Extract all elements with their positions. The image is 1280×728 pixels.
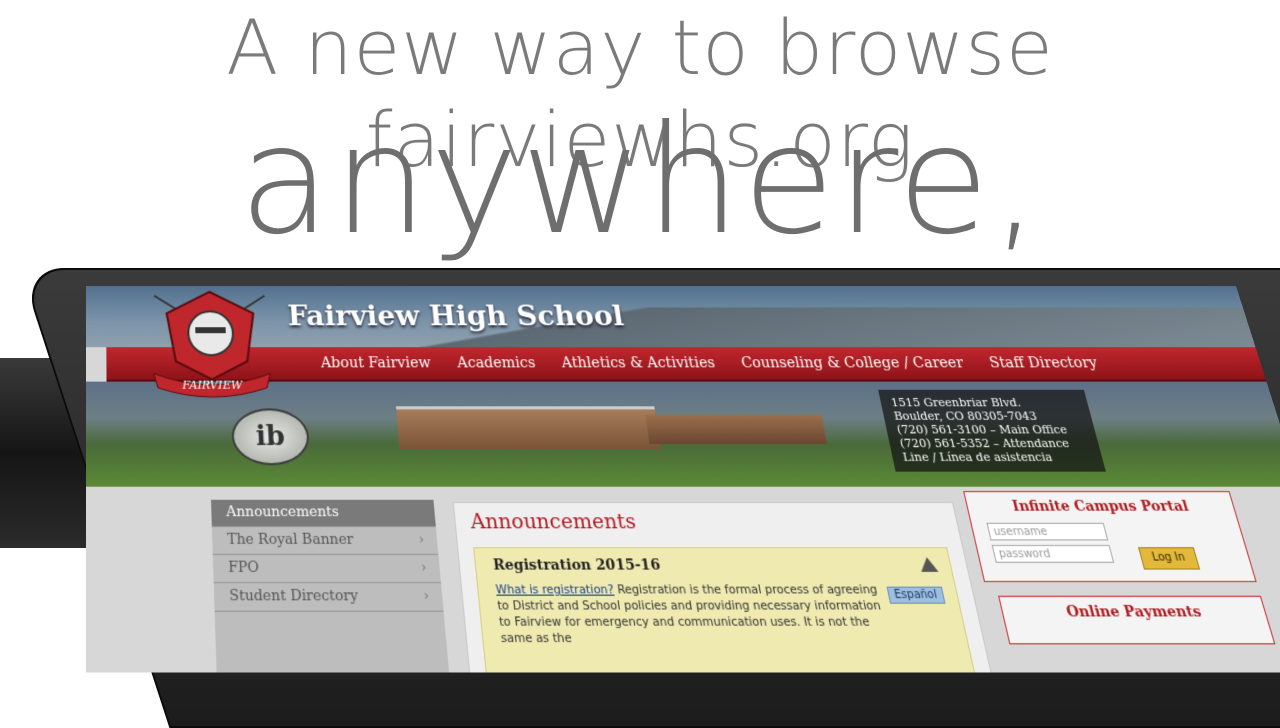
campus-portal-login: Infinite Campus Portal username password… — [963, 491, 1257, 582]
username-field[interactable]: username — [986, 523, 1108, 541]
school-crest-logo[interactable]: FAIRVIEW — [144, 288, 280, 398]
sidebar-item-label: Student Directory — [229, 588, 359, 605]
sidebar-item-label: FPO — [228, 559, 259, 576]
phone-attendance[interactable]: (720) 561-5352 – Attendance — [899, 437, 1090, 451]
nav-about[interactable]: About Fairview — [320, 355, 431, 371]
chevron-right-icon: › — [418, 527, 426, 554]
announcements-panel: Announcements Registration 2015-16 Españ… — [453, 502, 995, 673]
chevron-right-icon: › — [420, 555, 428, 582]
nav-counseling[interactable]: Counseling & College / Career — [740, 355, 965, 371]
address-line: Boulder, CO 80305-7043 — [893, 409, 1083, 423]
sidebar-item-label: Announcements — [226, 504, 339, 520]
registration-link[interactable]: What is registration? — [495, 583, 615, 597]
nav-staff-directory[interactable]: Staff Directory — [988, 355, 1100, 371]
announcement-card: Registration 2015-16 Español What is reg… — [473, 547, 978, 673]
school-building-wing — [645, 415, 827, 444]
sidebar-nav: Announcements The Royal Banner › FPO › S… — [211, 500, 450, 673]
right-column: Infinite Campus Portal username password… — [963, 491, 1280, 673]
attendance-line-label: Line / Línea de asistencia — [902, 450, 1094, 464]
sidebar-item-royal-banner[interactable]: The Royal Banner › — [212, 527, 439, 555]
chevron-right-icon: › — [422, 583, 430, 610]
announcement-title[interactable]: Registration 2015-16 — [492, 557, 661, 574]
school-name[interactable]: Fairview High School — [287, 300, 626, 333]
nav-academics[interactable]: Academics — [457, 355, 537, 371]
ib-seal-text: ib — [255, 421, 286, 453]
portal-title: Infinite Campus Portal — [966, 499, 1236, 515]
sidebar-item-label: The Royal Banner — [227, 532, 354, 549]
address-block: 1515 Greenbriar Blvd. Boulder, CO 80305-… — [878, 390, 1106, 472]
warning-icon — [918, 557, 938, 572]
tablet-screen: Fairview High School FAIRVIEW About Fair… — [86, 286, 1280, 673]
sidebar-item-fpo[interactable]: FPO › — [213, 555, 441, 583]
login-button[interactable]: Log In — [1138, 547, 1200, 569]
crest-banner-text: FAIRVIEW — [181, 378, 243, 392]
address-line: 1515 Greenbriar Blvd. — [890, 396, 1079, 409]
nav-athletics[interactable]: Athletics & Activities — [561, 355, 716, 371]
payments-title: Online Payments — [1001, 604, 1267, 621]
sidebar-item-announcements[interactable]: Announcements — [211, 500, 436, 527]
phone-main-office[interactable]: (720) 561-3100 – Main Office — [896, 423, 1086, 437]
sidebar-item-student-directory[interactable]: Student Directory › — [214, 583, 444, 612]
announcement-body: What is registration? Registration is th… — [495, 582, 898, 647]
announcements-title: Announcements — [469, 510, 637, 534]
password-field[interactable]: password — [992, 545, 1115, 563]
school-building — [396, 406, 661, 449]
espanol-button[interactable]: Español — [886, 587, 945, 604]
main-nav: About Fairview Academics Athletics & Act… — [106, 347, 1266, 381]
online-payments[interactable]: Online Payments — [998, 596, 1275, 645]
